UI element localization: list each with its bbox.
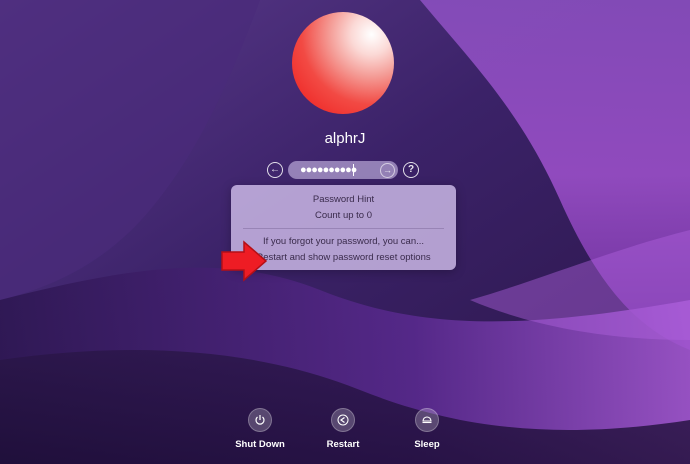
shutdown-button[interactable]: Shut Down (220, 408, 300, 450)
sleep-label: Sleep (414, 439, 440, 450)
restart-button[interactable]: Restart (303, 408, 383, 450)
power-icon (248, 408, 272, 432)
username-label: alphrJ (324, 130, 366, 147)
popup-divider (243, 228, 444, 229)
sleep-icon (415, 408, 439, 432)
user-avatar (292, 12, 394, 114)
help-question-icon[interactable]: ? (403, 162, 419, 178)
shutdown-label: Shut Down (235, 439, 285, 450)
login-screen: alphrJ ← → ? Password Hint Count up to 0… (0, 0, 690, 464)
sleep-button[interactable]: Sleep (387, 408, 467, 450)
submit-arrow-icon[interactable]: → (380, 163, 395, 178)
red-arrow-annotation-icon (221, 240, 268, 282)
restart-icon (331, 408, 355, 432)
text-cursor (353, 164, 354, 176)
back-arrow-icon[interactable]: ← (267, 162, 283, 178)
hint-title: Password Hint (312, 194, 375, 205)
restart-label: Restart (326, 439, 360, 450)
hint-text: Count up to 0 (314, 210, 373, 221)
